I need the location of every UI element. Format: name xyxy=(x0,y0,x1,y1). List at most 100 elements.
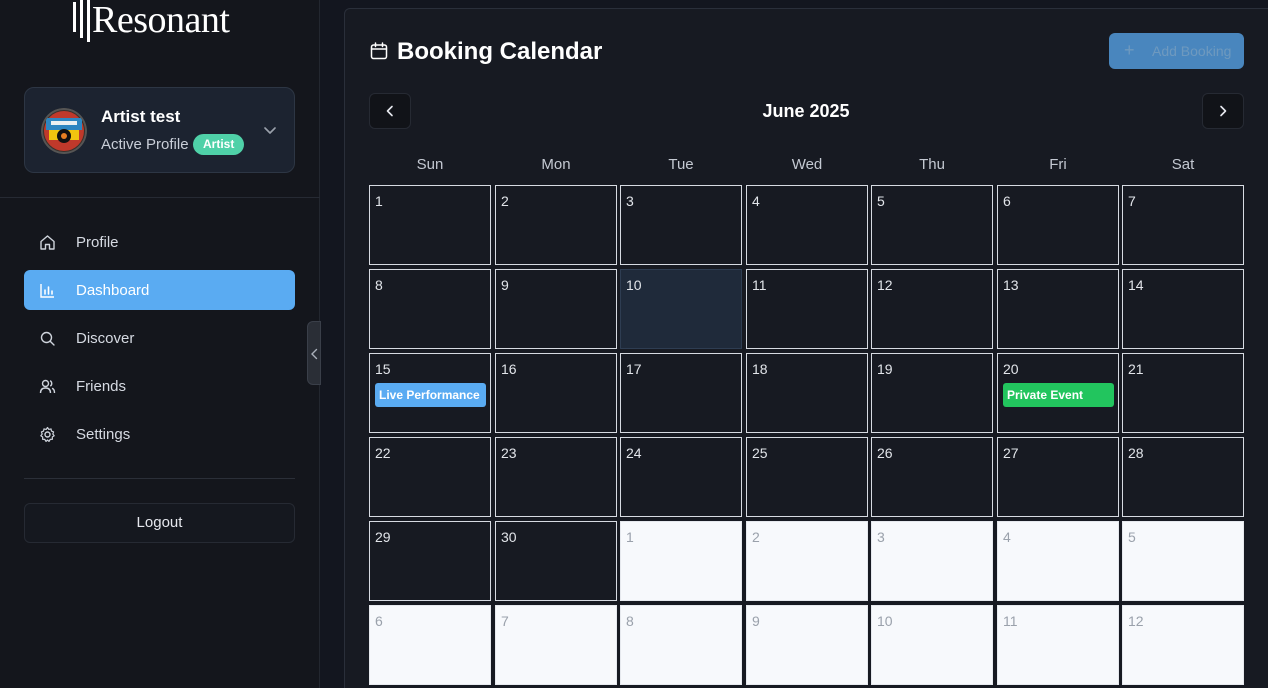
calendar-day-outside-month[interactable]: 10 xyxy=(871,605,993,685)
profile-switcher[interactable]: Artist test Active Profile Artist xyxy=(24,87,295,173)
calendar-day[interactable]: 22 xyxy=(369,437,491,517)
calendar-day[interactable]: 23 xyxy=(495,437,617,517)
day-number: 8 xyxy=(375,277,383,293)
calendar-day-outside-month[interactable]: 2 xyxy=(746,521,868,601)
calendar-day[interactable]: 18 xyxy=(746,353,868,433)
role-badge: Artist xyxy=(193,134,245,155)
calendar-day-outside-month[interactable]: 5 xyxy=(1122,521,1244,601)
logo-text: Resonant xyxy=(92,0,230,41)
booking-event[interactable]: Private Event xyxy=(1003,383,1114,407)
calendar-day[interactable]: 15 Live Performance xyxy=(369,353,491,433)
nav-label: Friends xyxy=(76,378,127,395)
calendar-day-today[interactable]: 10 xyxy=(620,269,742,349)
plus-icon: + xyxy=(1124,40,1135,60)
day-number: 17 xyxy=(626,361,642,377)
weekday-label: Mon xyxy=(541,156,571,173)
calendar-day-outside-month[interactable]: 9 xyxy=(746,605,868,685)
add-booking-button[interactable]: + Add Booking xyxy=(1109,33,1244,69)
calendar-day[interactable]: 24 xyxy=(620,437,742,517)
day-number: 20 xyxy=(1003,361,1019,377)
app-logo[interactable]: Resonant xyxy=(73,0,230,44)
calendar-day[interactable]: 9 xyxy=(495,269,617,349)
day-number: 7 xyxy=(501,613,509,629)
calendar-day-outside-month[interactable]: 1 xyxy=(620,521,742,601)
calendar-day[interactable]: 1 xyxy=(369,185,491,265)
calendar-day-outside-month[interactable]: 7 xyxy=(495,605,617,685)
day-number: 10 xyxy=(626,277,642,293)
calendar-day[interactable]: 14 xyxy=(1122,269,1244,349)
calendar-day[interactable]: 20 Private Event xyxy=(997,353,1119,433)
calendar-day-outside-month[interactable]: 6 xyxy=(369,605,491,685)
calendar-day[interactable]: 6 xyxy=(997,185,1119,265)
avatar xyxy=(41,108,87,154)
calendar-day-outside-month[interactable]: 3 xyxy=(871,521,993,601)
nav-item-discover[interactable]: Discover xyxy=(24,318,295,358)
chevron-left-icon xyxy=(386,105,393,117)
search-icon xyxy=(40,331,55,346)
divider xyxy=(24,478,295,479)
day-number: 6 xyxy=(1003,193,1011,209)
day-number: 13 xyxy=(1003,277,1019,293)
bar-chart-icon xyxy=(40,284,54,298)
calendar-day[interactable]: 13 xyxy=(997,269,1119,349)
calendar-day[interactable]: 26 xyxy=(871,437,993,517)
calendar-day[interactable]: 12 xyxy=(871,269,993,349)
calendar-day[interactable]: 2 xyxy=(495,185,617,265)
nav-item-settings[interactable]: Settings xyxy=(24,414,295,454)
calendar-day[interactable]: 5 xyxy=(871,185,993,265)
day-number: 29 xyxy=(375,529,391,545)
day-number: 1 xyxy=(375,193,383,209)
calendar-day-outside-month[interactable]: 8 xyxy=(620,605,742,685)
day-number: 7 xyxy=(1128,193,1136,209)
chevron-left-icon xyxy=(311,348,318,360)
nav-item-profile[interactable]: Profile xyxy=(24,222,295,262)
home-icon xyxy=(40,235,55,250)
calendar-day[interactable]: 7 xyxy=(1122,185,1244,265)
day-number: 4 xyxy=(752,193,760,209)
booking-event[interactable]: Live Performance xyxy=(375,383,486,407)
day-number: 14 xyxy=(1128,277,1144,293)
calendar-day[interactable]: 17 xyxy=(620,353,742,433)
next-month-button[interactable] xyxy=(1202,93,1244,129)
profile-name: Artist test xyxy=(101,107,181,126)
calendar-day-outside-month[interactable]: 11 xyxy=(997,605,1119,685)
sidebar: Resonant Artist test Active Profile Arti… xyxy=(0,0,320,688)
calendar-day[interactable]: 30 xyxy=(495,521,617,601)
add-booking-label: Add Booking xyxy=(1152,43,1232,59)
day-number: 10 xyxy=(877,613,893,629)
prev-month-button[interactable] xyxy=(369,93,411,129)
weekday-label: Fri xyxy=(1049,156,1067,173)
nav-label: Discover xyxy=(76,330,135,347)
day-number: 30 xyxy=(501,529,517,545)
day-number: 5 xyxy=(877,193,885,209)
day-number: 22 xyxy=(375,445,391,461)
calendar-day[interactable]: 27 xyxy=(997,437,1119,517)
calendar-day[interactable]: 21 xyxy=(1122,353,1244,433)
day-number: 9 xyxy=(752,613,760,629)
day-number: 25 xyxy=(752,445,768,461)
calendar-day-outside-month[interactable]: 12 xyxy=(1122,605,1244,685)
day-number: 2 xyxy=(501,193,509,209)
calendar-day[interactable]: 11 xyxy=(746,269,868,349)
calendar-day[interactable]: 19 xyxy=(871,353,993,433)
nav-label: Dashboard xyxy=(76,282,150,299)
day-number: 3 xyxy=(877,529,885,545)
nav-item-friends[interactable]: Friends xyxy=(24,366,295,406)
calendar-day[interactable]: 4 xyxy=(746,185,868,265)
calendar-day[interactable]: 29 xyxy=(369,521,491,601)
day-number: 26 xyxy=(877,445,893,461)
users-icon xyxy=(39,379,56,394)
calendar-day-outside-month[interactable]: 4 xyxy=(997,521,1119,601)
sidebar-collapse-toggle[interactable] xyxy=(307,321,321,385)
calendar-day[interactable]: 25 xyxy=(746,437,868,517)
calendar-day[interactable]: 28 xyxy=(1122,437,1244,517)
day-number: 3 xyxy=(626,193,634,209)
logout-button[interactable]: Logout xyxy=(24,503,295,543)
weekday-label: Sat xyxy=(1171,156,1195,173)
calendar-day[interactable]: 3 xyxy=(620,185,742,265)
calendar-day[interactable]: 16 xyxy=(495,353,617,433)
calendar-day[interactable]: 8 xyxy=(369,269,491,349)
nav-item-dashboard[interactable]: Dashboard xyxy=(24,270,295,310)
chevron-right-icon xyxy=(1220,105,1227,117)
day-number: 21 xyxy=(1128,361,1144,377)
